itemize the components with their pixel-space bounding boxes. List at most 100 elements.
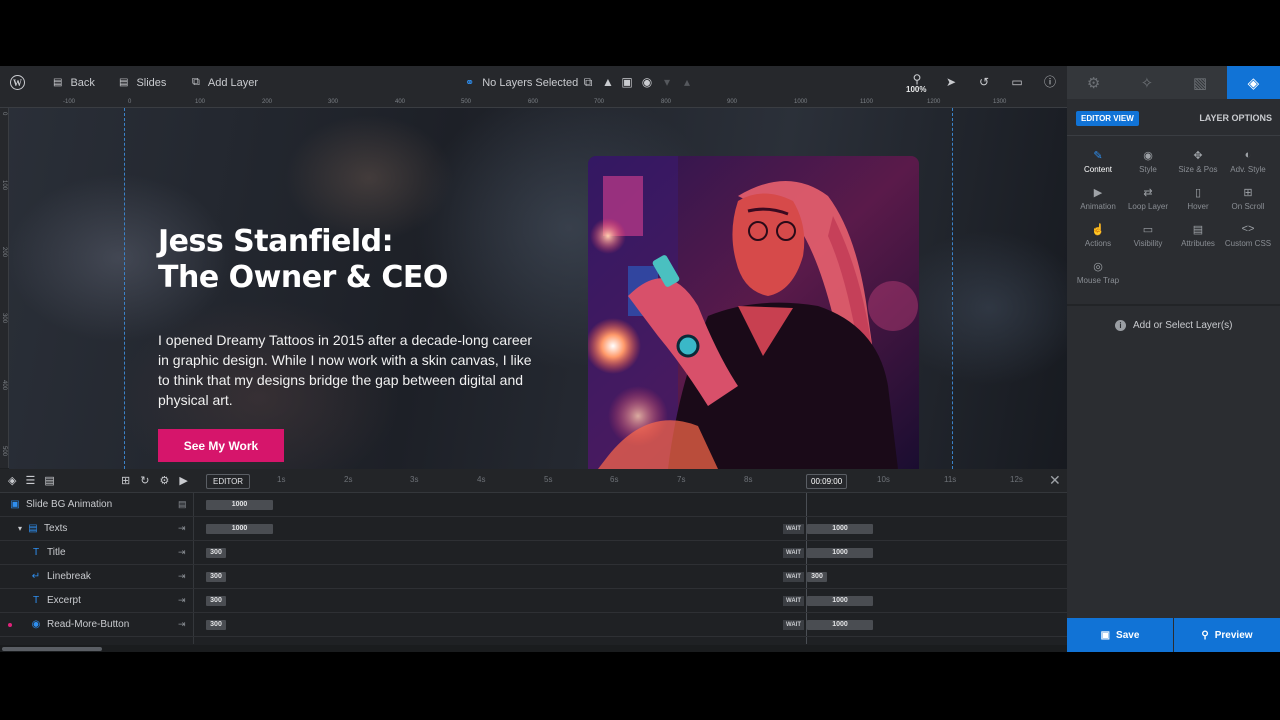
animation-bar[interactable]: 1000 (807, 548, 873, 558)
close-icon[interactable]: ✕ (1049, 472, 1061, 489)
animation-bar[interactable]: 1000 (206, 500, 273, 510)
option-label: Content (1083, 165, 1113, 174)
option-size-pos[interactable]: ✥ Size & Pos (1173, 149, 1223, 174)
playhead-time[interactable]: 00:09:00 (806, 474, 848, 489)
option-label: On Scroll (1231, 202, 1265, 211)
undo-icon[interactable]: ↺ (977, 75, 991, 89)
wordpress-logo-icon[interactable]: W (10, 75, 25, 90)
back-button[interactable]: ▤ Back (53, 66, 95, 99)
tab-layers[interactable]: ◈ (1226, 66, 1280, 99)
animation-bar[interactable]: 300 (206, 620, 226, 630)
see-my-work-button[interactable]: See My Work (158, 429, 284, 462)
refresh-icon[interactable]: ↻ (140, 474, 149, 487)
tab-slides[interactable]: ▧ (1174, 66, 1227, 99)
slide-canvas[interactable]: Jess Stanfield: The Owner & CEO I opened… (9, 108, 1067, 469)
option-content[interactable]: ✎ Content (1073, 149, 1123, 174)
timeline-row[interactable]: ↵ Linebreak ⇥ 300 WAIT 300 (0, 565, 1067, 589)
zoom-icon[interactable]: ⚲ (910, 72, 924, 86)
list-icon[interactable]: ☰ (25, 474, 35, 487)
option-style[interactable]: ◉ Style (1123, 149, 1173, 174)
ruler-tick: 600 (528, 99, 539, 105)
time-tick: 1s (277, 475, 286, 484)
row-label: Texts (44, 523, 68, 534)
preview-button[interactable]: ⚲ Preview (1174, 618, 1280, 652)
add-layer-icon: ⧉ (192, 76, 200, 88)
ruler-tick: 100 (1, 180, 7, 191)
slide-title[interactable]: Jess Stanfield: The Owner & CEO (158, 224, 448, 296)
desktop-icon[interactable]: ▭ (1010, 75, 1024, 89)
layers-icon[interactable]: ◈ (8, 474, 16, 487)
option-attributes[interactable]: ▤ Attributes (1173, 223, 1223, 248)
chevron-up-icon[interactable]: ▴ (680, 75, 694, 89)
time-tick: 2s (344, 475, 353, 484)
animation-bar[interactable]: 300 (206, 596, 226, 606)
option-on-scroll[interactable]: ⊞ On Scroll (1223, 186, 1273, 211)
contrast-icon: ◐ (1244, 149, 1252, 161)
timeline-row[interactable]: ▾ ▤ Texts ⇥ 1000 WAIT 1000 (0, 517, 1067, 541)
timeline-row[interactable]: ◉ Read-More-Button ⇥ 300 WAIT 1000 (0, 613, 1067, 637)
tab-settings[interactable]: ⚙ (1067, 66, 1120, 99)
animation-bar[interactable]: 300 (206, 572, 226, 582)
ruler-tick: 0 (128, 99, 132, 105)
wait-marker[interactable]: WAIT (783, 548, 804, 558)
animation-bar[interactable]: 1000 (807, 620, 873, 630)
option-mouse-trap[interactable]: ◎ Mouse Trap (1073, 260, 1123, 285)
selected-dot-icon (8, 623, 12, 627)
animation-bar[interactable]: 300 (807, 572, 827, 582)
time-tick: 8s (744, 475, 753, 484)
option-custom-css[interactable]: <> Custom CSS (1223, 223, 1273, 248)
option-hover[interactable]: ▯ Hover (1173, 186, 1223, 211)
slides-button[interactable]: ▤ Slides (119, 66, 166, 99)
duplicate-icon[interactable]: ⧉ (581, 75, 595, 89)
arrow-end-icon[interactable]: ⇥ (178, 619, 186, 630)
animation-bar[interactable]: 1000 (807, 524, 873, 534)
cursor-icon[interactable]: ➤ (944, 75, 958, 89)
timeline-row[interactable]: ▣ Slide BG Animation ▤ 1000 (0, 493, 1067, 517)
option-visibility[interactable]: ▭ Visibility (1123, 223, 1173, 248)
panel-tabs: ⚙ ✧ ▧ ◈ (1067, 66, 1280, 99)
eye-icon[interactable]: ◉ (640, 75, 654, 89)
animation-bar[interactable]: 1000 (807, 596, 873, 606)
timeline-row[interactable]: T Title ⇥ 300 WAIT 1000 (0, 541, 1067, 565)
timeline-row[interactable]: T Excerpt ⇥ 300 WAIT 1000 (0, 589, 1067, 613)
arrow-end-icon[interactable]: ⇥ (178, 523, 186, 534)
scrollbar-thumb[interactable] (2, 647, 102, 651)
save-button[interactable]: ▣ Save (1067, 618, 1173, 652)
folder-icon[interactable]: ▤ (44, 474, 54, 487)
option-loop-layer[interactable]: ⇄ Loop Layer (1123, 186, 1173, 211)
editor-view-badge[interactable]: EDITOR VIEW (1076, 111, 1139, 126)
option-animation[interactable]: ▶ Animation (1073, 186, 1123, 211)
wait-marker[interactable]: WAIT (783, 524, 804, 534)
grid-icon[interactable]: ⊞ (121, 474, 130, 487)
arrow-end-icon[interactable]: ⇥ (178, 547, 186, 558)
lock-icon[interactable]: ▣ (620, 75, 634, 89)
wait-marker[interactable]: WAIT (783, 620, 804, 630)
add-layer-button[interactable]: ⧉ Add Layer (192, 66, 258, 99)
option-adv-style[interactable]: ◐ Adv. Style (1223, 149, 1273, 174)
trash-icon[interactable]: ▲ (601, 75, 615, 89)
animation-bar[interactable]: 300 (206, 548, 226, 558)
tab-navigation[interactable]: ✧ (1120, 66, 1173, 99)
slides-icon: ▤ (119, 77, 129, 88)
help-icon[interactable]: ⓘ (1043, 75, 1057, 89)
timeline-scrollbar[interactable] (0, 645, 1067, 652)
arrow-end-icon[interactable]: ⇥ (178, 595, 186, 606)
portrait-image[interactable] (588, 156, 919, 469)
arrow-end-icon[interactable]: ⇥ (178, 571, 186, 582)
play-icon[interactable]: ▶ (179, 474, 187, 487)
vertical-ruler: 0 100 200 300 400 500 (0, 108, 9, 468)
ruler-tick: 200 (262, 99, 273, 105)
ruler-tick: 500 (1, 446, 7, 457)
text-icon: T (32, 595, 40, 606)
animation-bar[interactable]: 1000 (206, 524, 273, 534)
option-actions[interactable]: ☝ Actions (1073, 223, 1123, 248)
folder-icon[interactable]: ▤ (178, 499, 187, 510)
settings-icon[interactable]: ⚙ (159, 474, 169, 487)
slide-excerpt[interactable]: I opened Dreamy Tattoos in 2015 after a … (158, 330, 538, 410)
chevron-down-icon[interactable]: ▾ (660, 75, 674, 89)
timeline-editor-tag[interactable]: EDITOR (206, 474, 251, 489)
caret-down-icon[interactable]: ▾ (18, 524, 22, 533)
image-icon: ▣ (10, 499, 20, 510)
wait-marker[interactable]: WAIT (783, 572, 804, 582)
wait-marker[interactable]: WAIT (783, 596, 804, 606)
